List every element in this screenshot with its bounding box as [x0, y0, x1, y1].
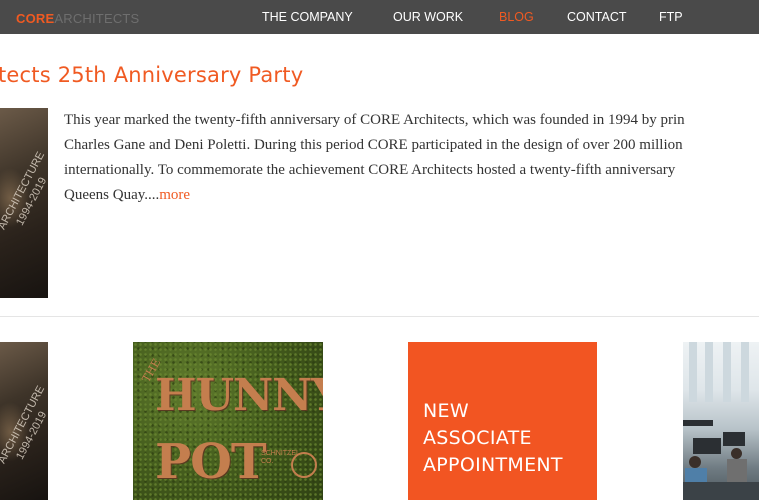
site-logo[interactable]: COREARCHITECTS	[16, 11, 139, 26]
nav-our-work[interactable]: OUR WORK	[393, 10, 463, 24]
nav-contact[interactable]: CONTACT	[567, 10, 627, 24]
flower-icon	[291, 452, 317, 478]
grid-thumb-anniversary[interactable]: ARCHITECTURE 1994-2019	[0, 342, 48, 500]
hunny-line-2: POT	[155, 434, 267, 490]
nav-ftp[interactable]: FTP	[659, 10, 683, 24]
logo-core: CORE	[16, 11, 55, 26]
nav-blog[interactable]: BLOG	[499, 10, 534, 24]
associate-line-2: ASSOCIATE	[423, 427, 532, 449]
post-excerpt: This year marked the twenty-fifth annive…	[64, 108, 759, 208]
hunny-line-1: HUNNY	[155, 370, 323, 421]
top-navbar: COREARCHITECTS THE COMPANY OUR WORK BLOG…	[0, 0, 759, 34]
post-thumbnail[interactable]: ARCHITECTURE 1994-2019	[0, 108, 48, 298]
desk	[683, 482, 759, 500]
window	[741, 342, 749, 402]
excerpt-line: Queens Quay....	[64, 187, 160, 203]
logo-architects: ARCHITECTS	[54, 11, 140, 26]
window	[689, 342, 697, 402]
grid-thumb-hunny-pot[interactable]: THE HUNNY POT SCHNITZEL CO.	[133, 342, 323, 500]
associate-line-1: NEW	[423, 400, 469, 422]
window	[723, 342, 731, 402]
excerpt-line: This year marked the twenty-fifth annive…	[64, 112, 685, 128]
excerpt-line: Charles Gane and Deni Poletti. During th…	[64, 137, 683, 153]
monitor	[693, 438, 721, 454]
person	[731, 448, 742, 459]
person	[689, 456, 701, 468]
grid-thumb-new-associate[interactable]: NEW ASSOCIATE APPOINTMENT	[408, 342, 597, 500]
excerpt-last-line: Queens Quay....more	[64, 183, 759, 208]
nav-the-company[interactable]: THE COMPANY	[262, 10, 353, 24]
window	[705, 342, 713, 402]
excerpt-line: internationally. To commemorate the achi…	[64, 162, 676, 178]
grid-thumb-office-photo[interactable]	[683, 342, 759, 500]
more-link[interactable]: more	[159, 187, 190, 203]
section-divider	[0, 316, 759, 317]
associate-line-3: APPOINTMENT	[423, 454, 563, 476]
monitor	[723, 432, 745, 446]
desk	[683, 420, 713, 426]
post-title[interactable]: tects 25th Anniversary Party	[0, 63, 303, 87]
